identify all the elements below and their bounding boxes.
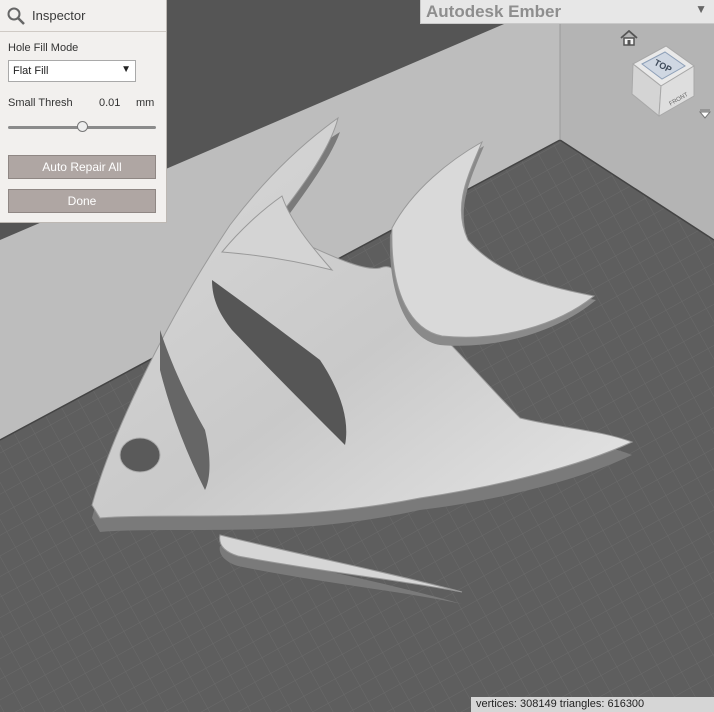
inspector-title: Inspector [32,8,86,23]
done-button[interactable]: Done [8,189,156,213]
hole-fill-mode-label: Hole Fill Mode [8,42,79,54]
inspector-header: Inspector [0,0,166,32]
eye-hole [119,437,161,473]
hole-fill-mode-select[interactable]: Flat Fill ▼ [8,60,136,82]
small-thresh-label: Small Thresh [8,97,73,109]
search-icon [7,7,25,25]
small-thresh-unit: mm [136,97,155,109]
status-bar: vertices: 308149 triangles: 616300 [471,697,714,712]
small-thresh-value: 0.01 [99,97,121,109]
viewcube-icon[interactable]: TOP FRONT [628,36,698,118]
viewcube-menu-icon[interactable] [698,108,712,122]
auto-repair-all-button[interactable]: Auto Repair All [8,155,156,179]
inspector-panel: Inspector Hole Fill Mode Flat Fill ▼ Sma… [0,0,167,223]
slider-thumb[interactable] [77,121,88,132]
hole-fill-mode-value: Flat Fill [13,65,49,77]
small-thresh-slider[interactable] [8,120,156,134]
dropdown-arrow-icon: ▼ [121,64,131,75]
app-title: Autodesk Ember [426,2,562,21]
chevron-down-icon[interactable]: ▼ [695,2,707,16]
app-title-bar: Autodesk Ember ▼ [420,0,714,24]
